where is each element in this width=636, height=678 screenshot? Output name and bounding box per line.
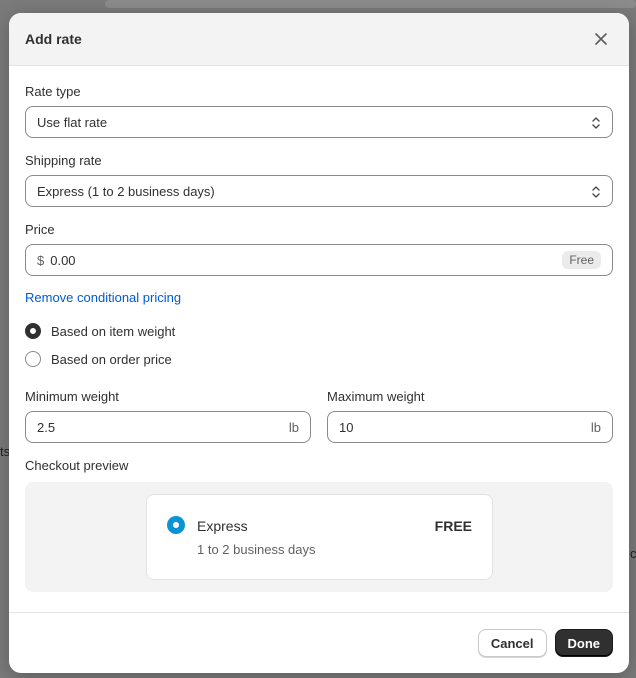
- modal-header: Add rate: [9, 13, 629, 66]
- radio-item-weight-label: Based on item weight: [51, 323, 176, 339]
- select-chevron-icon: [592, 186, 600, 198]
- modal-footer: Cancel Done: [9, 612, 629, 673]
- background-text-right: c: [630, 546, 636, 561]
- background-card: [105, 0, 636, 8]
- remove-conditional-pricing-link[interactable]: Remove conditional pricing: [25, 290, 181, 305]
- max-weight-value: 10: [339, 419, 354, 435]
- price-input[interactable]: $ 0.00 Free: [25, 244, 613, 276]
- close-button[interactable]: [589, 27, 613, 51]
- shipping-rate-label: Shipping rate: [25, 153, 102, 168]
- radio-checked-icon: [25, 323, 41, 339]
- radio-item-weight[interactable]: Based on item weight: [25, 323, 613, 339]
- checkout-preview-box: Express FREE 1 to 2 business days: [25, 482, 613, 592]
- preview-radio-icon: [167, 516, 185, 534]
- max-weight-label: Maximum weight: [327, 389, 425, 404]
- modal-body: Rate type Use flat rate Shipping rate Ex…: [9, 66, 629, 592]
- modal-title: Add rate: [25, 31, 82, 47]
- select-chevron-icon: [592, 117, 600, 129]
- close-icon: [595, 33, 607, 45]
- rate-type-label: Rate type: [25, 84, 81, 99]
- radio-order-price[interactable]: Based on order price: [25, 351, 613, 367]
- price-group: Price $ 0.00 Free: [25, 222, 613, 276]
- radio-order-price-label: Based on order price: [51, 351, 172, 367]
- preview-rate-description: 1 to 2 business days: [197, 542, 316, 557]
- cancel-button[interactable]: Cancel: [477, 629, 547, 657]
- currency-prefix: $: [37, 252, 45, 268]
- preview-rate-name: Express: [197, 518, 248, 534]
- min-weight-group: Minimum weight 2.5 lb: [25, 389, 311, 443]
- preview-rate-price: FREE: [434, 518, 472, 534]
- max-weight-input[interactable]: 10 lb: [327, 411, 613, 443]
- min-weight-value: 2.5: [37, 419, 56, 435]
- rate-type-value: Use flat rate: [37, 114, 108, 130]
- shipping-rate-value: Express (1 to 2 business days): [37, 183, 215, 199]
- rate-type-select[interactable]: Use flat rate: [25, 106, 613, 138]
- max-weight-group: Maximum weight 10 lb: [327, 389, 613, 443]
- add-rate-modal: Add rate Rate type Use flat rate Shippin…: [9, 13, 629, 673]
- min-weight-input[interactable]: 2.5 lb: [25, 411, 311, 443]
- price-value: 0.00: [50, 252, 76, 268]
- rate-type-group: Rate type Use flat rate: [25, 84, 613, 138]
- shipping-rate-select[interactable]: Express (1 to 2 business days): [25, 175, 613, 207]
- max-weight-unit: lb: [590, 419, 601, 435]
- min-weight-unit: lb: [288, 419, 299, 435]
- free-badge: Free: [562, 251, 601, 269]
- min-weight-label: Minimum weight: [25, 389, 119, 404]
- checkout-preview-label: Checkout preview: [25, 458, 129, 473]
- done-button[interactable]: Done: [554, 629, 613, 657]
- checkout-preview-card: Express FREE 1 to 2 business days: [146, 494, 493, 580]
- price-label: Price: [25, 222, 55, 237]
- shipping-rate-group: Shipping rate Express (1 to 2 business d…: [25, 153, 613, 207]
- radio-unchecked-icon: [25, 351, 41, 367]
- weight-fields: Minimum weight 2.5 lb Maximum weight 10 …: [25, 389, 613, 443]
